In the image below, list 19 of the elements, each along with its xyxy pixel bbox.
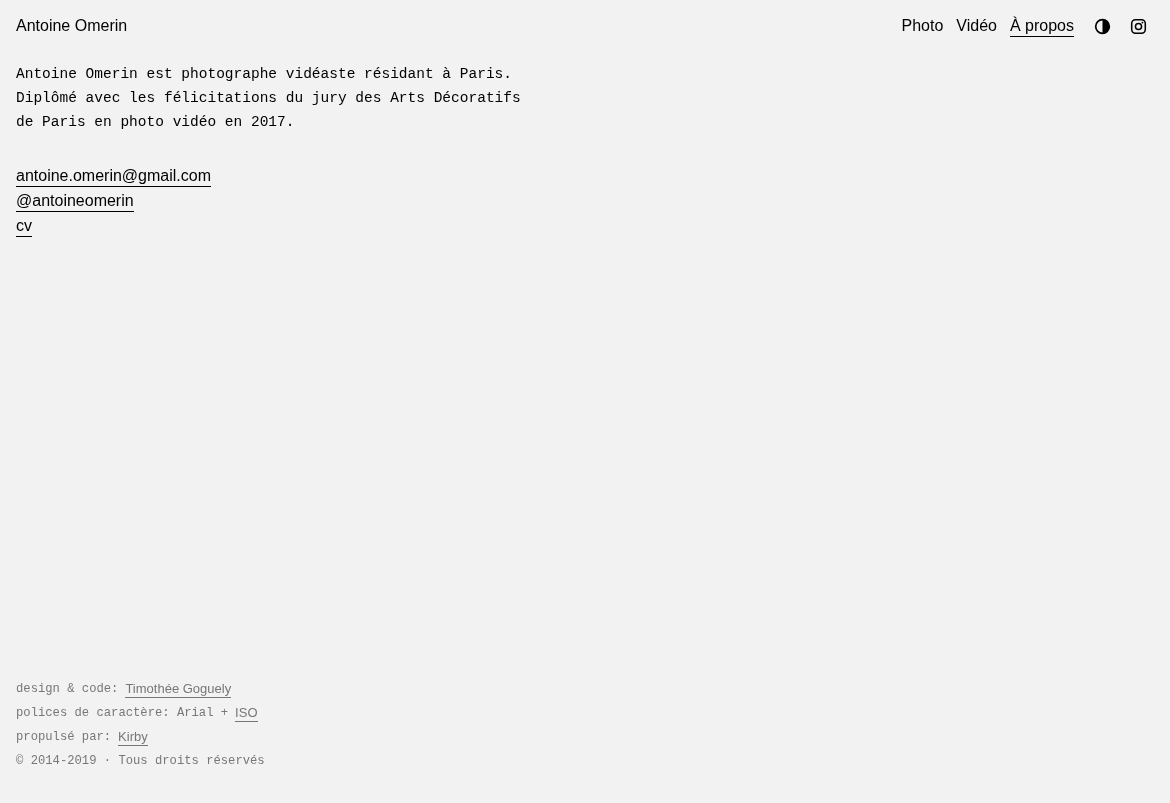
footer-link[interactable]: ISO — [235, 704, 258, 722]
contact-link[interactable]: antoine.omerin@gmail.com — [16, 166, 211, 187]
bio-text: Antoine Omerin est photographe vidéaste résidant à Paris. — [16, 65, 512, 84]
site-title[interactable]: Antoine Omerin — [16, 14, 128, 38]
nav-link[interactable]: À propos — [1009, 15, 1074, 37]
footer-link[interactable]: Kirby — [118, 728, 148, 746]
bio-text: Diplômé avec les félicitations du jury des Arts Décoratifs — [16, 89, 521, 108]
footer-text: © 2014-2019 · Tous droits réservés — [16, 752, 265, 770]
nav-link[interactable]: Photo — [901, 15, 944, 37]
footer-text: polices de caractère: Arial + — [16, 704, 229, 722]
contrast-icon[interactable] — [1094, 17, 1111, 35]
footer-text: design & code: — [16, 680, 119, 698]
footer-text: propulsé par: — [16, 728, 112, 746]
footer-link[interactable]: Timothée Goguely — [125, 680, 232, 698]
contact-link[interactable]: cv — [16, 216, 32, 237]
contact-link[interactable]: @antoineomerin — [16, 191, 134, 212]
nav-link[interactable]: Vidéo — [956, 15, 997, 37]
instagram-icon[interactable] — [1130, 17, 1147, 35]
bio-text: de Paris en photo vidéo en 2017. — [16, 113, 295, 132]
